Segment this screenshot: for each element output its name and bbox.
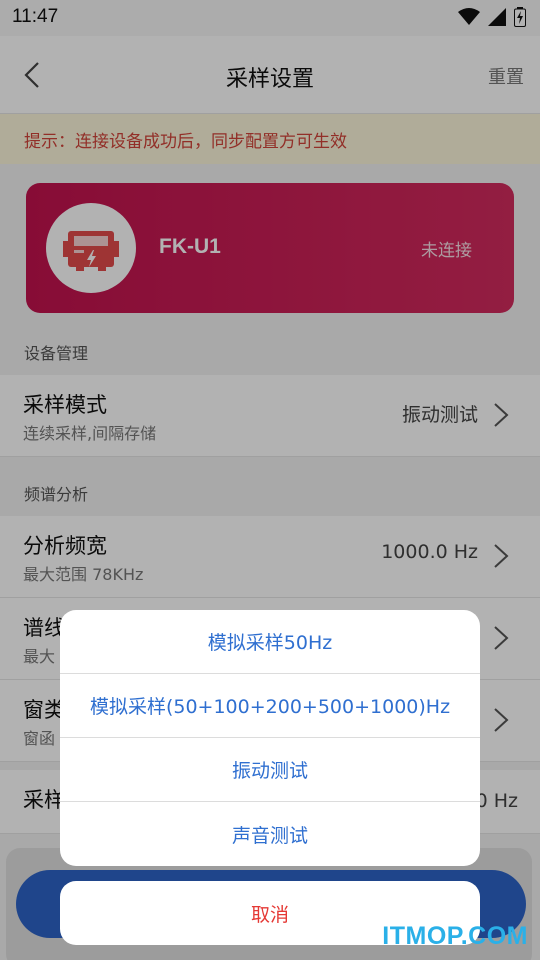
action-sheet: 模拟采样50Hz 模拟采样(50+100+200+500+1000)Hz 振动测… [60, 610, 480, 866]
action-sheet-option-sim-multi[interactable]: 模拟采样(50+100+200+500+1000)Hz [60, 674, 480, 738]
action-sheet-option-sound-test[interactable]: 声音测试 [60, 802, 480, 866]
action-sheet-option-sim-50hz[interactable]: 模拟采样50Hz [60, 610, 480, 674]
watermark: ITMOP.COM [382, 922, 528, 950]
action-sheet-option-vibration-test[interactable]: 振动测试 [60, 738, 480, 802]
